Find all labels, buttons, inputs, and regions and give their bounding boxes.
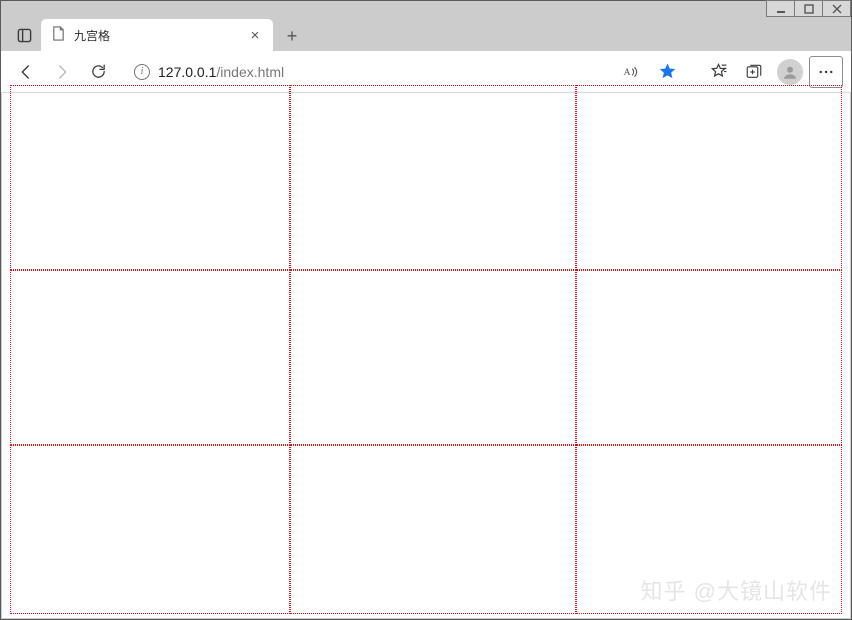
minimize-button[interactable] (766, 0, 795, 17)
grid-cell (10, 270, 290, 445)
grid-cell (576, 270, 842, 445)
titlebar (1, 1, 851, 17)
maximize-button[interactable] (794, 0, 823, 17)
more-button[interactable] (809, 56, 843, 88)
tab-actions-button[interactable] (7, 19, 41, 51)
url-text: 127.0.0.1/index.html (158, 64, 606, 80)
forward-button[interactable] (45, 56, 79, 88)
svg-text:A: A (624, 67, 631, 78)
nine-grid (10, 85, 842, 614)
favorite-button[interactable] (650, 56, 684, 88)
collections-button[interactable] (737, 56, 771, 88)
refresh-button[interactable] (81, 56, 115, 88)
tab-close-button[interactable]: × (247, 27, 263, 43)
grid-cell (10, 85, 290, 270)
grid-cell (290, 445, 575, 614)
read-aloud-button[interactable]: A (614, 56, 648, 88)
page-viewport: 知乎 @大镜山软件 (2, 93, 850, 618)
address-bar[interactable]: i 127.0.0.1/index.html A (123, 57, 693, 87)
tab-strip: 九宫格 × + (1, 17, 851, 51)
profile-button[interactable] (773, 56, 807, 88)
grid-cell (576, 445, 842, 614)
grid-cell (290, 270, 575, 445)
tab-title: 九宫格 (74, 27, 239, 44)
close-window-button[interactable] (822, 0, 851, 17)
url-host: 127.0.0.1 (158, 64, 216, 80)
avatar-icon (777, 59, 803, 85)
tab-active[interactable]: 九宫格 × (41, 19, 273, 51)
grid-cell (290, 85, 575, 270)
grid-cell (10, 445, 290, 614)
site-info-icon[interactable]: i (134, 64, 150, 80)
new-tab-button[interactable]: + (277, 21, 307, 51)
url-path: /index.html (216, 64, 284, 80)
grid-cell (576, 85, 842, 270)
page-icon (51, 26, 66, 44)
back-button[interactable] (9, 56, 43, 88)
favorites-list-button[interactable] (701, 56, 735, 88)
window-controls (767, 0, 851, 17)
browser-window: 九宫格 × + i 127.0.0.1/index.html A (0, 0, 852, 620)
